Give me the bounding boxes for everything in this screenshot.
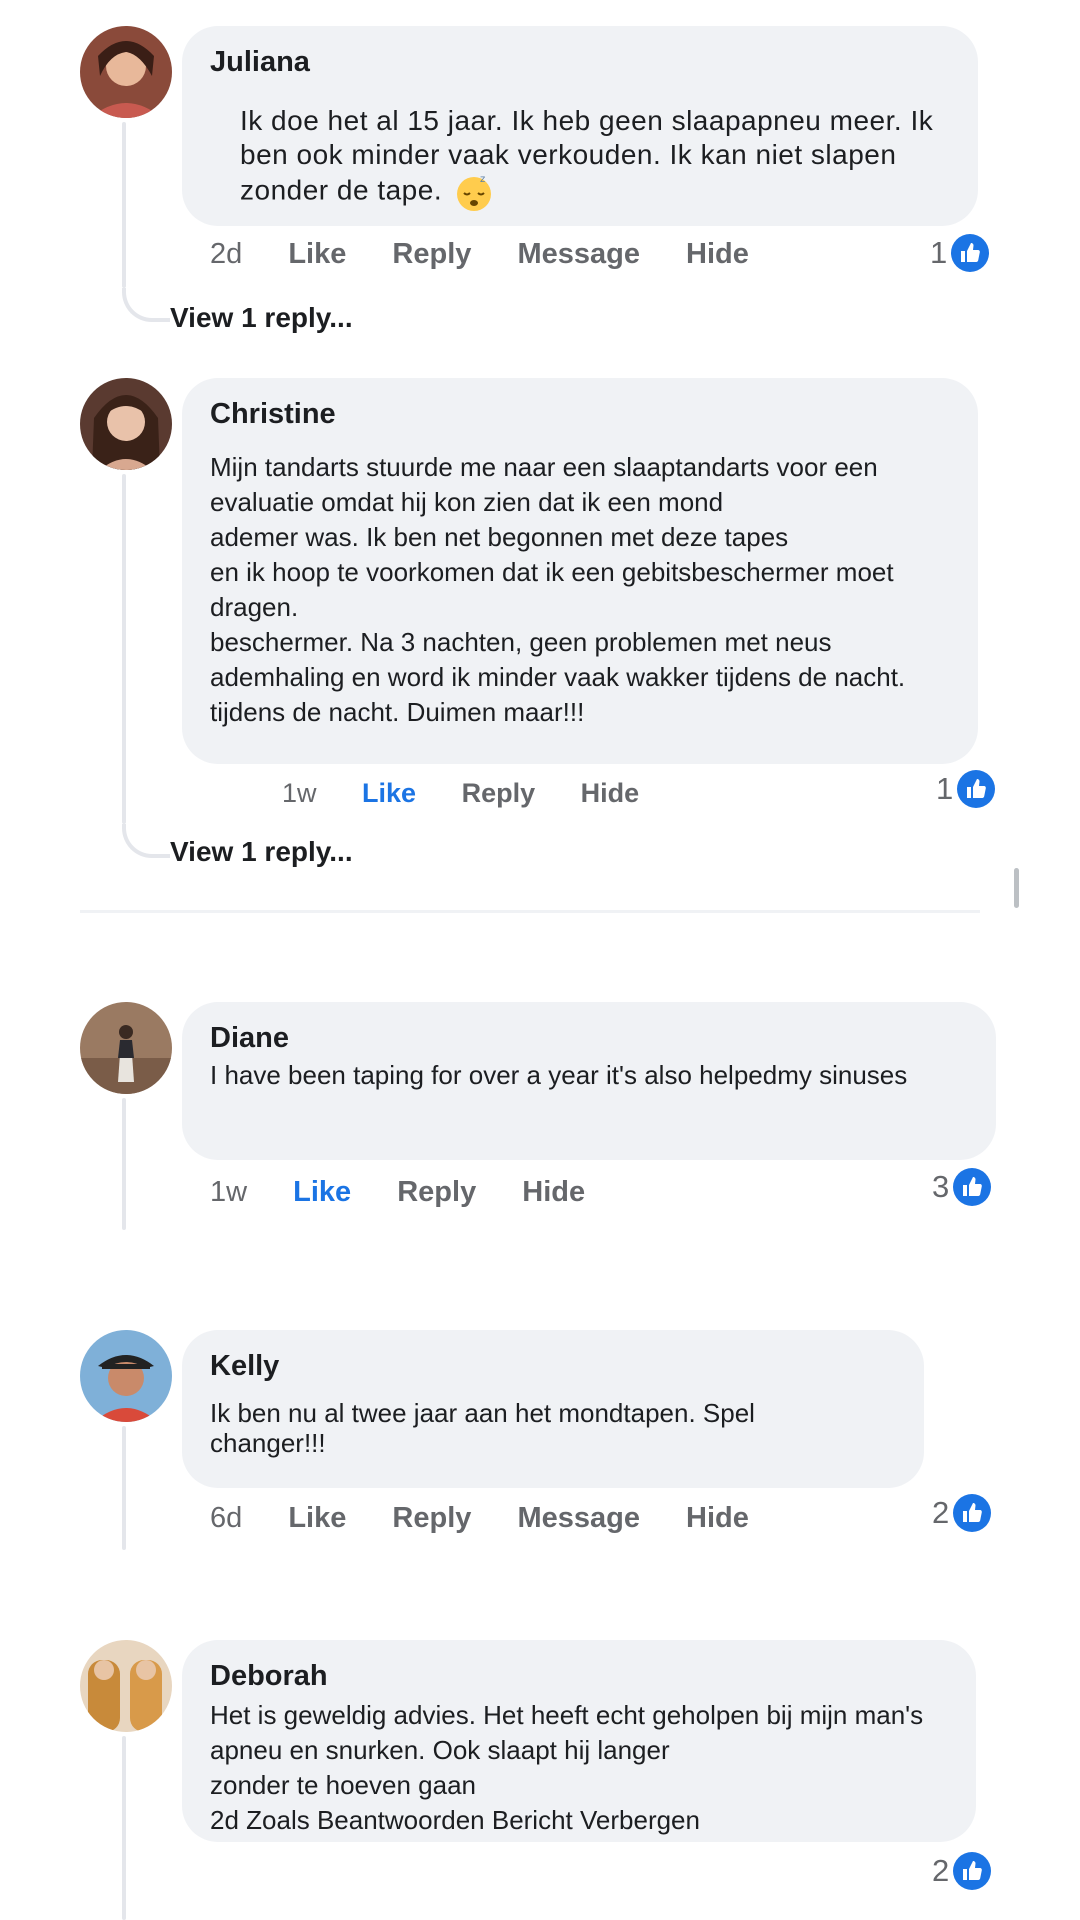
hide-button[interactable]: Hide [686,238,749,270]
like-button[interactable]: Like [288,238,346,270]
sleeping-face-emoji: z [457,174,492,211]
thread-line [122,122,126,288]
message-button[interactable]: Message [517,238,640,270]
comment-author[interactable]: Deborah [210,1660,328,1693]
scrollbar-thumb[interactable] [1014,868,1019,908]
thumbs-up-icon [957,770,996,808]
comment-text: Mijn tandarts stuurde me naar een slaapt… [210,452,906,727]
comment-author[interactable]: Juliana [210,46,310,79]
comment-text: Ik doe het al 15 jaar. Ik heb geen slaap… [240,104,933,212]
like-button[interactable]: Like [362,778,416,808]
reaction-count-value: 2 [932,1495,950,1530]
divider [80,910,980,913]
thread-line [122,474,126,824]
thread-line [122,1736,126,1920]
message-button[interactable]: Message [517,1502,640,1534]
view-replies-link[interactable]: View 1 reply... [170,302,353,334]
comment-actions: 2d Like Reply Message Hide [210,238,787,271]
hide-button[interactable]: Hide [522,1176,585,1208]
thumbs-up-icon [953,1852,992,1890]
avatar-juliana[interactable] [80,26,172,118]
thread-curve [122,288,170,322]
comment-text: Het is geweldig advies. Het heeft echt g… [210,1700,924,1835]
hide-button[interactable]: Hide [581,778,640,808]
comment-text-body: Ik doe het al 15 jaar. Ik heb geen slaap… [240,105,934,206]
comment-time[interactable]: 6d [210,1502,242,1534]
reaction-count-value: 1 [930,235,948,270]
reaction-count-value: 3 [932,1169,950,1204]
reaction-count[interactable]: 1 [930,234,990,272]
comment-text: I have been taping for over a year it's … [210,1060,908,1090]
comment-time[interactable]: 1w [210,1176,247,1208]
reply-button[interactable]: Reply [462,778,536,808]
comment-actions: 1w Like Reply Hide [282,778,677,809]
reply-button[interactable]: Reply [392,238,471,270]
comment-actions: 1w Like Reply Hide [210,1176,623,1209]
reaction-count-value: 1 [936,771,954,806]
avatar-deborah[interactable] [80,1640,172,1732]
comment-time[interactable]: 2d [210,238,242,270]
reaction-count[interactable]: 2 [932,1852,992,1890]
like-button[interactable]: Like [288,1502,346,1534]
comment-author[interactable]: Christine [210,398,336,431]
thread-line [122,1098,126,1230]
reaction-count[interactable]: 2 [932,1494,992,1532]
avatar-diane[interactable] [80,1002,172,1094]
reaction-count[interactable]: 3 [932,1168,992,1206]
avatar-christine[interactable] [80,378,172,470]
reply-button[interactable]: Reply [392,1502,471,1534]
thread-curve [122,824,170,858]
thumbs-up-icon [951,234,990,272]
reaction-count[interactable]: 1 [936,770,996,808]
like-button[interactable]: Like [293,1176,351,1208]
thread-line [122,1426,126,1550]
svg-text:z: z [480,174,486,185]
comment-time[interactable]: 1w [282,778,317,808]
hide-button[interactable]: Hide [686,1502,749,1534]
comment-author[interactable]: Diane [210,1022,289,1055]
view-replies-link[interactable]: View 1 reply... [170,836,353,868]
reaction-count-value: 2 [932,1853,950,1888]
thumbs-up-icon [953,1494,992,1532]
avatar-kelly[interactable] [80,1330,172,1422]
reply-button[interactable]: Reply [397,1176,476,1208]
thumbs-up-icon [953,1168,992,1206]
comment-actions: 6d Like Reply Message Hide [210,1502,787,1535]
comment-author[interactable]: Kelly [210,1350,279,1383]
comment-text: Ik ben nu al twee jaar aan het mondtapen… [210,1398,755,1458]
